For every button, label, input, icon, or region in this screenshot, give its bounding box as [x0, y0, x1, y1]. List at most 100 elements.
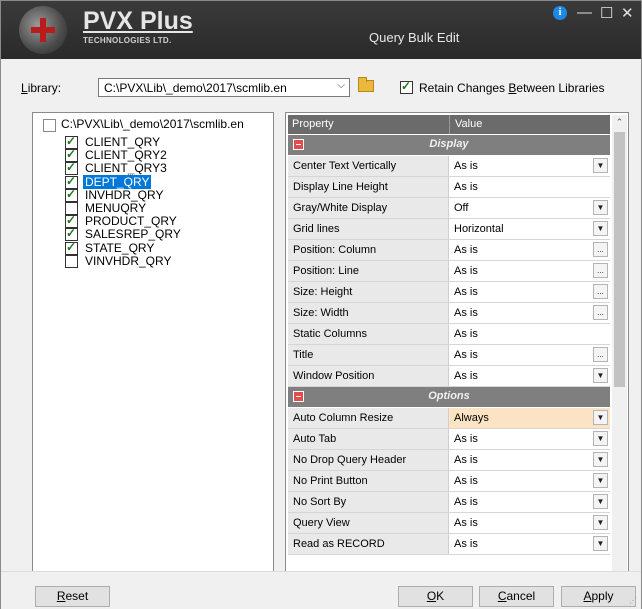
property-value[interactable]: Always	[454, 412, 489, 424]
property-value[interactable]: As is	[454, 181, 478, 193]
tree-item-label[interactable]: DEPT_QRY	[81, 173, 153, 190]
resize-grip-icon[interactable]: ⋰	[629, 596, 639, 606]
dropdown-arrow-icon[interactable]: ▼	[593, 452, 608, 467]
maximize-icon[interactable]: ☐	[600, 4, 613, 22]
dropdown-arrow-icon[interactable]: ▼	[593, 158, 608, 173]
tree-item-checkbox[interactable]	[65, 187, 78, 202]
value-cell[interactable]: As is ▼	[449, 492, 610, 512]
dropdown-arrow-icon[interactable]: ▼	[593, 473, 608, 488]
property-value[interactable]: As is	[454, 244, 478, 256]
property-value[interactable]: As is	[454, 433, 478, 445]
tree-item-label[interactable]: CLIENT_QRY	[83, 135, 162, 149]
value-cell[interactable]: As is ▼	[449, 513, 610, 533]
property-row[interactable]: Position: Line As is...	[288, 261, 610, 282]
ok-button[interactable]: OK	[398, 586, 473, 607]
retain-changes-label[interactable]: Retain Changes Between Libraries	[419, 81, 604, 95]
property-value[interactable]: As is	[454, 454, 478, 466]
value-cell[interactable]: As is ▼	[449, 534, 610, 554]
property-value[interactable]: Off	[454, 202, 468, 214]
property-row[interactable]: Center Text Vertically As is ▼	[288, 156, 610, 177]
property-row[interactable]: No Print Button As is ▼	[288, 471, 610, 492]
property-value[interactable]: As is	[454, 538, 478, 550]
tree-item-checkbox[interactable]	[65, 254, 78, 268]
value-cell[interactable]: As is ▼	[449, 366, 610, 386]
dropdown-arrow-icon[interactable]: ▼	[593, 368, 608, 383]
value-cell[interactable]: Horizontal ▼	[449, 219, 610, 239]
value-cell[interactable]: Always ▼	[449, 408, 610, 428]
property-value[interactable]: As is	[454, 307, 478, 319]
tree-item-label[interactable]: INVHDR_QRY	[83, 188, 165, 202]
property-row[interactable]: Size: Height As is...	[288, 282, 610, 303]
value-cell[interactable]: As is ▼	[449, 156, 610, 176]
property-row[interactable]: Auto Tab As is ▼	[288, 429, 610, 450]
property-row[interactable]: Query View As is ▼	[288, 513, 610, 534]
ellipsis-button[interactable]: ...	[593, 305, 608, 320]
tree-item-label[interactable]: PRODUCT_QRY	[83, 214, 179, 228]
chevron-down-icon[interactable]: ⌵	[337, 80, 345, 91]
scroll-thumb[interactable]	[614, 132, 625, 387]
property-row[interactable]: Display Line Height As is	[288, 177, 610, 198]
grid-scrollbar[interactable]: ⌃ ⌄	[612, 115, 627, 579]
collapse-icon[interactable]	[293, 139, 304, 150]
tree-item-label[interactable]: STATE_QRY	[83, 241, 156, 255]
ellipsis-button[interactable]: ...	[593, 347, 608, 362]
property-row[interactable]: Read as RECORD As is ▼	[288, 534, 610, 555]
apply-button[interactable]: Apply	[561, 586, 636, 607]
cancel-button[interactable]: Cancel	[479, 586, 554, 607]
property-value[interactable]: As is	[454, 370, 478, 382]
tree-root-label[interactable]: C:\PVX\Lib\_demo\2017\scmlib.en	[61, 117, 244, 131]
value-cell[interactable]: Off ▼	[449, 198, 610, 218]
property-value[interactable]: Horizontal	[454, 223, 504, 235]
tree-item-checkbox[interactable]	[65, 240, 78, 255]
property-value[interactable]: As is	[454, 286, 478, 298]
property-row[interactable]: No Drop Query Header As is ▼	[288, 450, 610, 471]
info-icon[interactable]: i	[553, 6, 567, 20]
value-cell[interactable]: As is...	[449, 261, 610, 281]
tree-item-label[interactable]: SALESREP_QRY	[83, 227, 183, 241]
query-tree[interactable]: C:\PVX\Lib\_demo\2017\scmlib.en CLIENT_Q…	[32, 112, 274, 582]
tree-item-label[interactable]: MENUQRY	[83, 201, 148, 215]
property-grid[interactable]: Property Value Display Center Text Vertic…	[285, 112, 629, 582]
dropdown-arrow-icon[interactable]: ▼	[593, 431, 608, 446]
dropdown-arrow-icon[interactable]: ▼	[593, 536, 608, 551]
dropdown-arrow-icon[interactable]: ▼	[593, 494, 608, 509]
section-header[interactable]: Options	[288, 387, 610, 407]
property-row[interactable]: Static Columns As is	[288, 324, 610, 345]
value-cell[interactable]: As is ▼	[449, 450, 610, 470]
dropdown-arrow-icon[interactable]: ▼	[593, 410, 608, 425]
property-row[interactable]: Title As is...	[288, 345, 610, 366]
tree-item-label[interactable]: CLIENT_QRY3	[83, 161, 169, 175]
ellipsis-button[interactable]: ...	[593, 242, 608, 257]
property-row[interactable]: No Sort By As is ▼	[288, 492, 610, 513]
property-value[interactable]: As is	[454, 496, 478, 508]
property-row[interactable]: Auto Column Resize Always ▼	[288, 408, 610, 429]
dropdown-arrow-icon[interactable]: ▼	[593, 221, 608, 236]
section-header[interactable]: Display	[288, 135, 610, 155]
value-cell[interactable]: As is...	[449, 240, 610, 260]
value-cell[interactable]: As is...	[449, 303, 610, 323]
dropdown-arrow-icon[interactable]: ▼	[593, 200, 608, 215]
property-value[interactable]: As is	[454, 475, 478, 487]
property-row[interactable]: Gray/White Display Off ▼	[288, 198, 610, 219]
property-row[interactable]: Size: Width As is...	[288, 303, 610, 324]
property-value[interactable]: As is	[454, 349, 478, 361]
value-cell[interactable]: As is...	[449, 282, 610, 302]
ellipsis-button[interactable]: ...	[593, 263, 608, 278]
close-icon[interactable]: ✕	[621, 4, 634, 22]
value-cell[interactable]: As is...	[449, 345, 610, 365]
property-value[interactable]: As is	[454, 265, 478, 277]
minimize-icon[interactable]: —	[577, 4, 592, 21]
property-value[interactable]: As is	[454, 517, 478, 529]
property-value[interactable]: As is	[454, 160, 478, 172]
dropdown-arrow-icon[interactable]: ▼	[593, 515, 608, 530]
ellipsis-button[interactable]: ...	[593, 284, 608, 299]
tree-item-label[interactable]: CLIENT_QRY2	[83, 148, 169, 162]
reset-button[interactable]: Reset	[35, 586, 110, 607]
tree-item-label[interactable]: VINVHDR_QRY	[83, 254, 173, 268]
value-cell[interactable]: As is	[449, 324, 610, 344]
value-cell[interactable]: As is	[449, 177, 610, 197]
property-row[interactable]: Position: Column As is...	[288, 240, 610, 261]
retain-changes-checkbox[interactable]	[400, 79, 413, 94]
property-row[interactable]: Window Position As is ▼	[288, 366, 610, 387]
value-cell[interactable]: As is ▼	[449, 471, 610, 491]
